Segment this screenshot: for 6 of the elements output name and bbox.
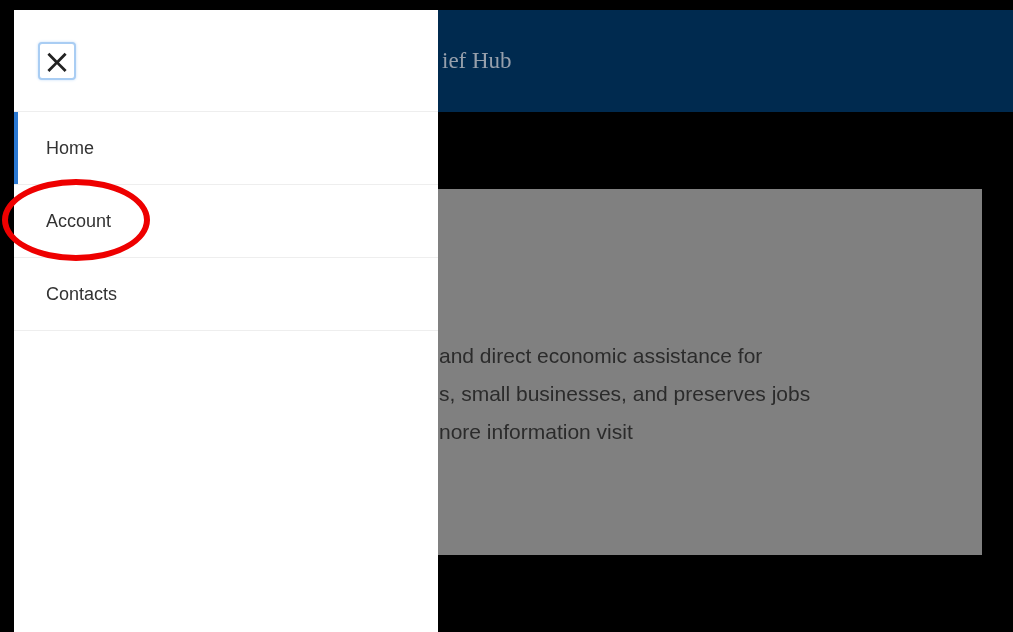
close-button[interactable]: ×	[38, 41, 76, 80]
card-text: and direct economic assistance for s, small businesses, and preserves jobs nore information visit	[438, 343, 812, 445]
nav-item[interactable]: Contacts	[14, 258, 438, 330]
nav-item[interactable]: Home	[14, 112, 438, 184]
nav-item[interactable]: Account	[14, 185, 438, 257]
site-title: ief Hub	[442, 48, 512, 74]
